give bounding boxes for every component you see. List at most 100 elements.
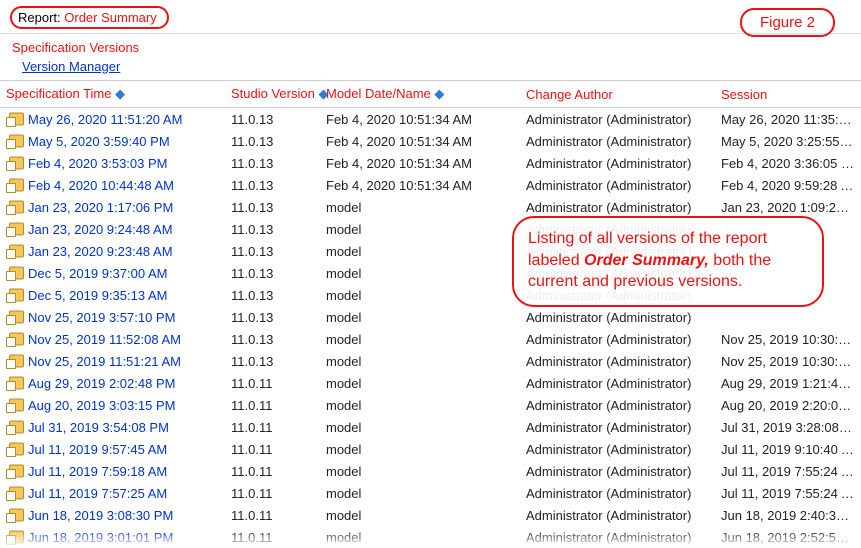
cell-model-date-name: model [320, 504, 520, 526]
col-change-author[interactable]: Change Author [520, 81, 715, 108]
table-row[interactable]: Nov 25, 2019 3:57:10 PM11.0.13modelAdmin… [0, 306, 861, 328]
cell-spec-time[interactable]: May 26, 2020 11:51:20 AM [0, 108, 225, 131]
col-model-date-name[interactable]: Model Date/Name ◆ [320, 81, 520, 108]
cell-session: Jan 23, 2020 1:09:25 PM [715, 196, 861, 218]
table-row[interactable]: Jul 11, 2019 9:57:45 AM11.0.11modelAdmin… [0, 438, 861, 460]
cell-spec-time[interactable]: Aug 29, 2019 2:02:48 PM [0, 372, 225, 394]
table-row[interactable]: May 5, 2020 3:59:40 PM11.0.13Feb 4, 2020… [0, 130, 861, 152]
cell-studio-version: 11.0.13 [225, 306, 320, 328]
cell-studio-version: 11.0.13 [225, 284, 320, 306]
cell-change-author: Administrator (Administrator) [520, 152, 715, 174]
cell-session: Aug 20, 2019 2:20:00 PM [715, 394, 861, 416]
col-session[interactable]: Session [715, 81, 861, 108]
report-title: Report: Order Summary [10, 6, 169, 29]
cell-model-date-name: model [320, 526, 520, 548]
cell-spec-time[interactable]: Jan 23, 2020 1:17:06 PM [0, 196, 225, 218]
annotation-callout: Listing of all versions of the report la… [512, 216, 824, 307]
table-row[interactable]: Jul 11, 2019 7:59:18 AM11.0.11modelAdmin… [0, 460, 861, 482]
cell-spec-time[interactable]: Dec 5, 2019 9:35:13 AM [0, 284, 225, 306]
cell-studio-version: 11.0.13 [225, 108, 320, 131]
cell-model-date-name: model [320, 372, 520, 394]
cell-change-author: Administrator (Administrator) [520, 394, 715, 416]
cell-model-date-name: model [320, 460, 520, 482]
cell-session: May 26, 2020 11:35:42 AM [715, 108, 861, 131]
cell-change-author: Administrator (Administrator) [520, 328, 715, 350]
cell-session [715, 306, 861, 328]
cell-studio-version: 11.0.13 [225, 196, 320, 218]
cell-spec-time[interactable]: Feb 4, 2020 10:44:48 AM [0, 174, 225, 196]
cell-studio-version: 11.0.11 [225, 526, 320, 548]
col-spec-time[interactable]: Specification Time ◆ [0, 81, 225, 108]
cell-model-date-name: Feb 4, 2020 10:51:34 AM [320, 152, 520, 174]
cell-spec-time[interactable]: Nov 25, 2019 11:51:21 AM [0, 350, 225, 372]
col-change-author-label: Change Author [526, 87, 613, 102]
col-studio-version-label: Studio Version [231, 86, 315, 101]
cell-change-author: Administrator (Administrator) [520, 350, 715, 372]
cell-spec-time[interactable]: Jul 11, 2019 9:57:45 AM [0, 438, 225, 460]
cell-spec-time[interactable]: Jul 11, 2019 7:57:25 AM [0, 482, 225, 504]
cell-change-author: Administrator (Administrator) [520, 460, 715, 482]
cell-session: Feb 4, 2020 9:59:28 AM [715, 174, 861, 196]
cell-model-date-name: model [320, 438, 520, 460]
sort-icon: ◆ [115, 86, 125, 101]
cell-model-date-name: model [320, 196, 520, 218]
cell-studio-version: 11.0.13 [225, 240, 320, 262]
cell-spec-time[interactable]: Nov 25, 2019 3:57:10 PM [0, 306, 225, 328]
cell-spec-time[interactable]: Jan 23, 2020 9:23:48 AM [0, 240, 225, 262]
table-row[interactable]: Feb 4, 2020 3:53:03 PM11.0.13Feb 4, 2020… [0, 152, 861, 174]
table-row[interactable]: Jun 18, 2019 3:08:30 PM11.0.11modelAdmin… [0, 504, 861, 526]
callout-line2b: Order Summary, [584, 252, 709, 269]
report-label: Report: [18, 10, 61, 25]
cell-session: May 5, 2020 3:25:55 PM [715, 130, 861, 152]
spec-versions-label: Specification Versions [0, 34, 861, 57]
cell-spec-time[interactable]: Dec 5, 2019 9:37:00 AM [0, 262, 225, 284]
cell-change-author: Administrator (Administrator) [520, 130, 715, 152]
cell-spec-time[interactable]: Nov 25, 2019 11:52:08 AM [0, 328, 225, 350]
table-row[interactable]: Feb 4, 2020 10:44:48 AM11.0.13Feb 4, 202… [0, 174, 861, 196]
table-row[interactable]: Aug 20, 2019 3:03:15 PM11.0.11modelAdmin… [0, 394, 861, 416]
cell-model-date-name: model [320, 218, 520, 240]
version-manager-link[interactable]: Version Manager [22, 59, 120, 74]
cell-session: Jul 11, 2019 7:55:24 AM [715, 482, 861, 504]
cell-spec-time[interactable]: Aug 20, 2019 3:03:15 PM [0, 394, 225, 416]
cell-studio-version: 11.0.11 [225, 482, 320, 504]
col-studio-version[interactable]: Studio Version ◆ [225, 81, 320, 108]
cell-studio-version: 11.0.11 [225, 438, 320, 460]
cell-change-author: Administrator (Administrator) [520, 526, 715, 548]
cell-spec-time[interactable]: Jul 11, 2019 7:59:18 AM [0, 460, 225, 482]
table-row[interactable]: May 26, 2020 11:51:20 AM11.0.13Feb 4, 20… [0, 108, 861, 131]
cell-spec-time[interactable]: Jan 23, 2020 9:24:48 AM [0, 218, 225, 240]
cell-change-author: Administrator (Administrator) [520, 482, 715, 504]
cell-session: Nov 25, 2019 10:30:07 AM [715, 350, 861, 372]
cell-model-date-name: model [320, 328, 520, 350]
cell-spec-time[interactable]: May 5, 2020 3:59:40 PM [0, 130, 225, 152]
cell-spec-time[interactable]: Feb 4, 2020 3:53:03 PM [0, 152, 225, 174]
table-row[interactable]: Jul 11, 2019 7:57:25 AM11.0.11modelAdmin… [0, 482, 861, 504]
table-row[interactable]: Aug 29, 2019 2:02:48 PM11.0.11modelAdmin… [0, 372, 861, 394]
cell-model-date-name: Feb 4, 2020 10:51:34 AM [320, 108, 520, 131]
table-row[interactable]: Jan 23, 2020 1:17:06 PM11.0.13modelAdmin… [0, 196, 861, 218]
cell-model-date-name: model [320, 306, 520, 328]
cell-model-date-name: model [320, 284, 520, 306]
cell-session: Jun 18, 2019 2:52:51 PM [715, 526, 861, 548]
callout-line2a: labeled [528, 252, 584, 269]
cell-studio-version: 11.0.13 [225, 262, 320, 284]
cell-session: Jun 18, 2019 2:40:33 PM [715, 504, 861, 526]
cell-spec-time[interactable]: Jun 18, 2019 3:01:01 PM [0, 526, 225, 548]
cell-studio-version: 11.0.11 [225, 460, 320, 482]
table-row[interactable]: Jun 18, 2019 3:01:01 PM11.0.11modelAdmin… [0, 526, 861, 548]
cell-session: Feb 4, 2020 3:36:05 PM [715, 152, 861, 174]
table-row[interactable]: Nov 25, 2019 11:51:21 AM11.0.13modelAdmi… [0, 350, 861, 372]
cell-spec-time[interactable]: Jun 18, 2019 3:08:30 PM [0, 504, 225, 526]
callout-line2c: both the [709, 252, 771, 269]
table-row[interactable]: Jul 31, 2019 3:54:08 PM11.0.11modelAdmin… [0, 416, 861, 438]
versions-table: Specification Time ◆ Studio Version ◆ Mo… [0, 80, 861, 548]
cell-change-author: Administrator (Administrator) [520, 108, 715, 131]
cell-studio-version: 11.0.13 [225, 130, 320, 152]
cell-studio-version: 11.0.11 [225, 372, 320, 394]
cell-studio-version: 11.0.13 [225, 350, 320, 372]
cell-spec-time[interactable]: Jul 31, 2019 3:54:08 PM [0, 416, 225, 438]
cell-studio-version: 11.0.11 [225, 504, 320, 526]
col-spec-time-label: Specification Time [6, 86, 112, 101]
table-row[interactable]: Nov 25, 2019 11:52:08 AM11.0.13modelAdmi… [0, 328, 861, 350]
